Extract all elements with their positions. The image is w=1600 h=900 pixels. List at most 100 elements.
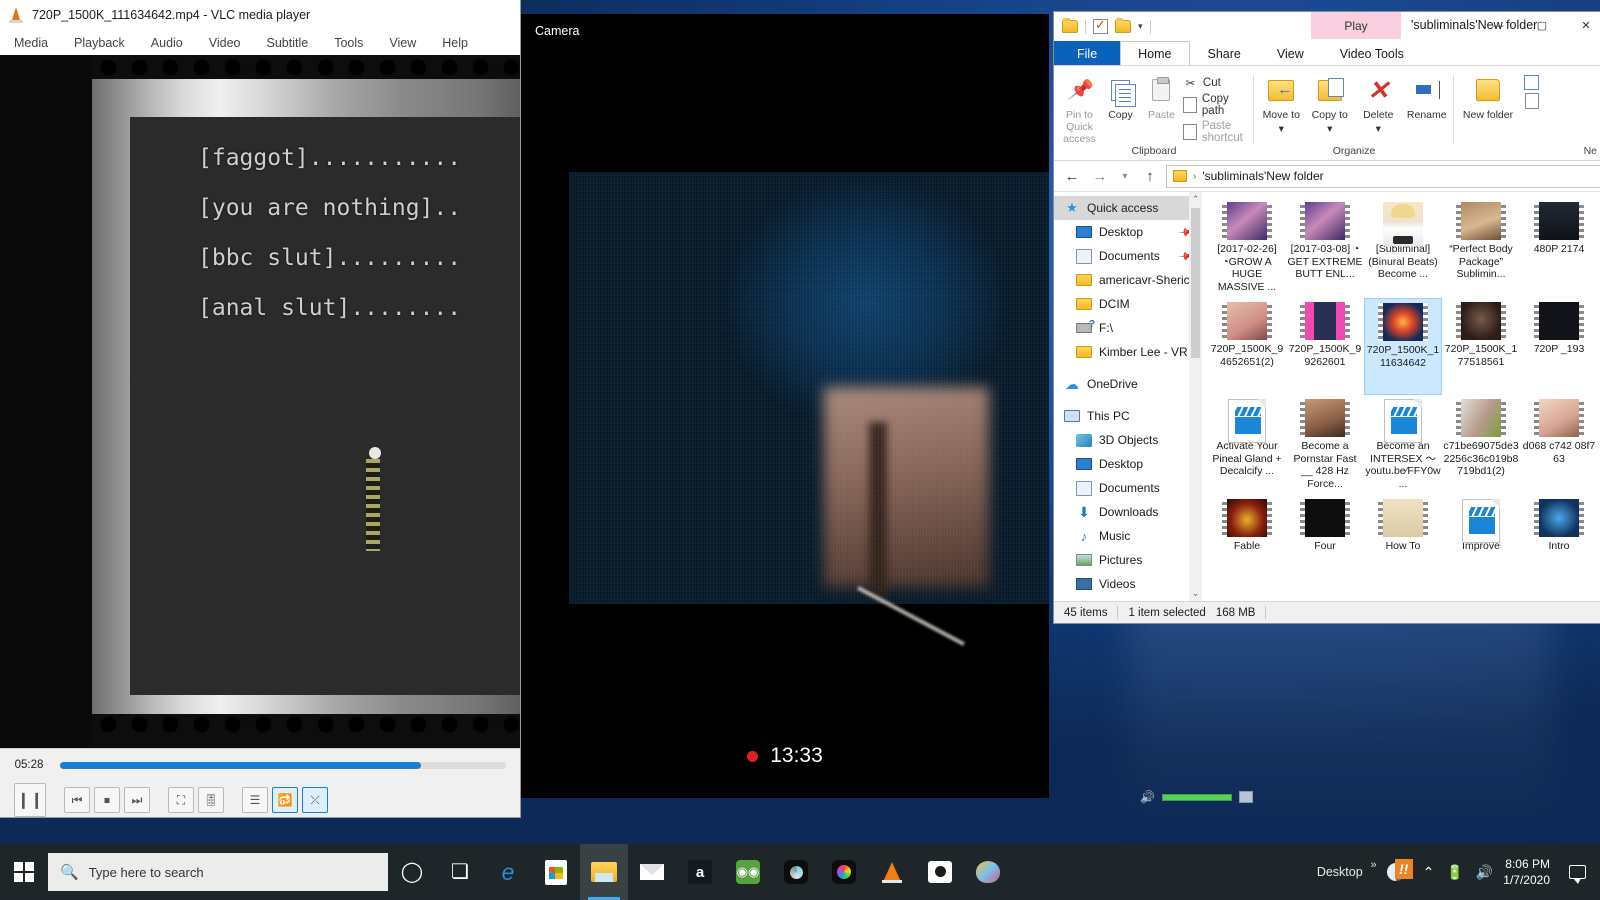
vlc-fullscreen-button[interactable]: ⛶ xyxy=(168,787,194,813)
file-item[interactable]: [2017-03-08] ◔ GET EXTREME BUTT ENL... xyxy=(1286,198,1364,298)
sidebar-item-music[interactable]: ♪ Music xyxy=(1054,524,1202,548)
file-item[interactable]: 720P _193 xyxy=(1520,298,1598,395)
system-tray[interactable]: Desktop !! ⌃ 🔋 🔊 8:06 PM 1/7/2020 xyxy=(1317,844,1600,900)
copy-to-caret-icon[interactable]: ▾ xyxy=(1327,123,1332,135)
close-icon[interactable]: ✕ xyxy=(1564,12,1600,39)
file-item[interactable]: c71be69075de32256c36c019b8719bd1(2) xyxy=(1442,395,1520,495)
taskbar[interactable]: 🔍 Type here to search ◯ ❏ e a ◉◉ Desktop… xyxy=(0,844,1600,900)
move-to-caret-icon[interactable]: ▾ xyxy=(1279,123,1284,135)
sidebar-item-kimber-lee-vr[interactable]: Kimber Lee - VR xyxy=(1054,340,1202,364)
tab-video-tools[interactable]: Video Tools xyxy=(1321,41,1422,65)
menu-audio[interactable]: Audio xyxy=(151,36,183,50)
taskbar-file-explorer[interactable] xyxy=(580,844,628,900)
menu-playback[interactable]: Playback xyxy=(74,36,125,50)
sidebar-item-downloads[interactable]: ⬇ Downloads xyxy=(1054,500,1202,524)
clipboard-group-body[interactable]: 📌 Pin to Quick access Copy Paste ✂ Cut C… xyxy=(1060,69,1248,146)
sidebar-item-pc-documents[interactable]: Documents xyxy=(1054,476,1202,500)
copy-path-button[interactable]: Copy path xyxy=(1182,93,1248,117)
file-item[interactable]: Fable xyxy=(1208,495,1286,595)
vlc-shuffle-button[interactable]: ⤫ xyxy=(302,787,328,813)
sidebar-item-this-pc[interactable]: This PC xyxy=(1054,404,1202,428)
vlc-seek-row[interactable]: 05:28 xyxy=(8,755,512,775)
taskbar-amazon[interactable]: a xyxy=(676,844,724,900)
quick-access-toolbar[interactable]: ▾ Play 'subliminals'New folder ― ▢ ✕ xyxy=(1054,12,1600,41)
vlc-window[interactable]: 720P_1500K_111634642.mp4 - VLC media pla… xyxy=(0,0,521,818)
file-item[interactable]: 720P_1500K_94652651(2) xyxy=(1208,298,1286,395)
navigation-pane-scrollbar[interactable]: ⌃ ⌄ xyxy=(1189,192,1202,601)
sidebar-item-onedrive[interactable]: ☁ OneDrive xyxy=(1054,372,1202,396)
file-item[interactable]: [2017-02-26] ◔GROW A HUGE MASSIVE ... xyxy=(1208,198,1286,298)
menu-media[interactable]: Media xyxy=(14,36,48,50)
customize-caret-icon[interactable]: ▾ xyxy=(1138,21,1143,32)
start-button[interactable] xyxy=(0,844,48,900)
sidebar-item-pictures[interactable]: Pictures xyxy=(1054,548,1202,572)
scroll-up-icon[interactable]: ⌃ xyxy=(1192,192,1200,207)
scrollbar-thumb[interactable] xyxy=(1191,208,1200,358)
vlc-control-bar[interactable]: 05:28 ❙❙ ⏮ ⏹ ⏭ ⛶ 🎚 ☰ 🔂 ⤫ xyxy=(0,748,520,817)
file-item[interactable]: 720P_1500K_99262601 xyxy=(1286,298,1364,395)
vlc-stop-button[interactable]: ⏹ xyxy=(94,787,120,813)
file-item[interactable]: Activate Your Pineal Gland + Decalcify .… xyxy=(1208,395,1286,495)
minimize-icon[interactable]: ― xyxy=(1476,12,1520,39)
chevron-up-icon[interactable]: ⌃ xyxy=(1423,864,1435,881)
menu-view[interactable]: View xyxy=(389,36,416,50)
camera-preview[interactable] xyxy=(569,172,1049,604)
internet-explorer-alert-icon[interactable]: !! xyxy=(1386,859,1413,885)
tab-home[interactable]: Home xyxy=(1120,41,1190,65)
taskbar-cortana[interactable]: ◯ xyxy=(388,844,436,900)
clock[interactable]: 8:06 PM 1/7/2020 xyxy=(1503,856,1550,888)
taskbar-task-view[interactable]: ❏ xyxy=(436,844,484,900)
new-small-commands[interactable] xyxy=(1524,73,1539,109)
easy-access-button[interactable] xyxy=(1524,92,1539,109)
tab-view[interactable]: View xyxy=(1259,41,1322,65)
back-arrow-icon[interactable]: ← xyxy=(1060,164,1084,188)
copy-to-button[interactable]: Copy to ▾ xyxy=(1309,73,1352,135)
up-arrow-icon[interactable]: ↑ xyxy=(1138,164,1162,188)
file-list-view[interactable]: [2017-02-26] ◔GROW A HUGE MASSIVE ... [2… xyxy=(1202,192,1600,601)
paste-button[interactable]: Paste xyxy=(1142,73,1181,121)
taskbar-webcam[interactable] xyxy=(772,844,820,900)
cut-button[interactable]: ✂ Cut xyxy=(1183,75,1248,90)
move-to-button[interactable]: Move to ▾ xyxy=(1260,73,1303,135)
file-item-selected[interactable]: 720P_1500K_111634642 xyxy=(1364,298,1442,395)
vlc-loop-button[interactable]: 🔂 xyxy=(272,787,298,813)
sidebar-item-quick-access[interactable]: ★ Quick access xyxy=(1054,196,1202,220)
forward-arrow-icon[interactable]: → xyxy=(1088,164,1112,188)
taskbar-store[interactable] xyxy=(532,844,580,900)
ribbon-tabs[interactable]: File Home Share View Video Tools xyxy=(1054,41,1600,65)
sidebar-item-videos[interactable]: Videos xyxy=(1054,572,1202,596)
tray-icons[interactable]: ⌃ 🔋 🔊 xyxy=(1423,864,1494,881)
volume-icon[interactable]: 🔊 xyxy=(1476,864,1493,881)
taskbar-color-camera[interactable] xyxy=(820,844,868,900)
maximize-icon[interactable]: ▢ xyxy=(1520,12,1564,39)
video-tools-play-tab-header[interactable]: Play xyxy=(1311,12,1401,39)
breadcrumb-path[interactable]: 'subliminals'New folder xyxy=(1202,169,1323,183)
file-explorer-window[interactable]: ▾ Play 'subliminals'New folder ― ▢ ✕ Fil… xyxy=(1053,11,1600,624)
desktop-peek-label[interactable]: Desktop xyxy=(1317,859,1377,879)
file-item[interactable]: 720P_1500K_177518561 xyxy=(1442,298,1520,395)
vlc-pause-button[interactable]: ❙❙ xyxy=(14,783,46,817)
file-item[interactable]: How To xyxy=(1364,495,1442,595)
file-item[interactable]: Improve xyxy=(1442,495,1520,595)
taskbar-edge[interactable]: e xyxy=(484,844,532,900)
taskbar-paint[interactable] xyxy=(964,844,1012,900)
new-folder-icon[interactable] xyxy=(1115,18,1131,33)
organize-group-body[interactable]: Move to ▾ Copy to ▾ ✕ Delete ▾ xyxy=(1260,69,1448,145)
recent-locations-icon[interactable]: ▾ xyxy=(1116,164,1134,188)
ribbon[interactable]: 📌 Pin to Quick access Copy Paste ✂ Cut C… xyxy=(1054,65,1600,161)
vlc-next-button[interactable]: ⏭ xyxy=(124,787,150,813)
camera-window[interactable]: Camera 13:33 xyxy=(521,14,1049,798)
address-bar[interactable]: › 'subliminals'New folder xyxy=(1166,164,1600,188)
navigation-pane[interactable]: ★ Quick access Desktop 📌 Documents 📌 ame… xyxy=(1054,192,1202,601)
menu-subtitle[interactable]: Subtitle xyxy=(267,36,309,50)
taskbar-vlc[interactable] xyxy=(868,844,916,900)
taskbar-mail[interactable] xyxy=(628,844,676,900)
vlc-buttons-row[interactable]: ❙❙ ⏮ ⏹ ⏭ ⛶ 🎚 ☰ 🔂 ⤫ xyxy=(8,783,512,817)
menu-tools[interactable]: Tools xyxy=(334,36,363,50)
file-item[interactable]: Four xyxy=(1286,495,1364,595)
new-group-body[interactable]: New folder xyxy=(1460,69,1600,145)
sidebar-item-pc-desktop[interactable]: Desktop xyxy=(1054,452,1202,476)
tab-file[interactable]: File xyxy=(1054,41,1121,65)
file-item[interactable]: Become a Pornstar Fast __ 428 Hz Force..… xyxy=(1286,395,1364,495)
new-item-button[interactable] xyxy=(1524,75,1539,90)
